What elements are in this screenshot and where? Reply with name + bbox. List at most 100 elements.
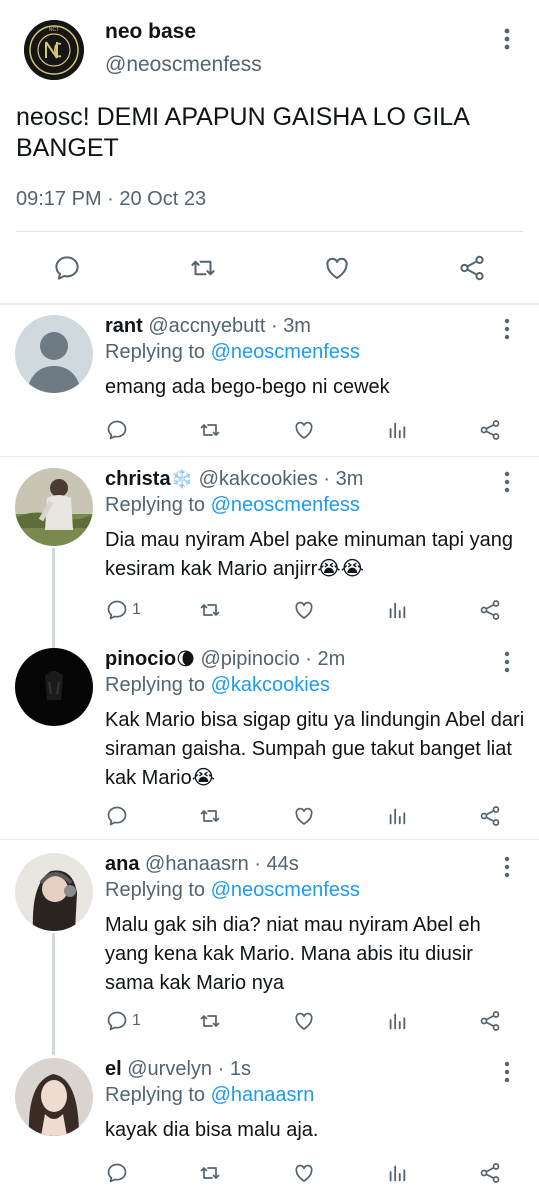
views-icon[interactable]: [386, 1158, 408, 1188]
reply-author-handle[interactable]: @hanaasrn: [145, 853, 249, 875]
mention-link[interactable]: @neoscmenfess: [211, 879, 360, 901]
mention-link[interactable]: @kakcookies: [211, 674, 330, 696]
reply-author-name[interactable]: pinocio: [105, 648, 176, 670]
more-options-icon[interactable]: [497, 470, 517, 494]
like-icon[interactable]: [292, 415, 316, 445]
reply-author-handle[interactable]: @urvelyn: [127, 1058, 212, 1080]
reply-text: Dia mau nyiram Abel pake minuman tapi ya…: [105, 529, 513, 580]
reply-header: pinocio🌘 @pipinocio · 2m: [105, 648, 345, 671]
reply-header: el @urvelyn · 1s: [105, 1058, 251, 1081]
divider: [16, 231, 523, 232]
reply-time[interactable]: 3m: [336, 468, 364, 490]
replying-to: Replying to @hanaasrn: [105, 1084, 314, 1107]
replying-to-label: Replying to: [105, 494, 206, 516]
reply-icon[interactable]: [105, 801, 132, 831]
more-options-icon[interactable]: [497, 317, 517, 341]
separator: ·: [254, 853, 261, 875]
retweet-icon[interactable]: [197, 415, 223, 445]
reply-text: Malu gak sih dia? niat mau nyiram Abel e…: [105, 914, 481, 994]
more-options-icon[interactable]: [497, 650, 517, 674]
retweet-icon[interactable]: [183, 248, 223, 288]
views-icon[interactable]: [386, 1006, 408, 1036]
divider: [0, 456, 539, 457]
avatar[interactable]: [15, 648, 93, 726]
separator: ·: [323, 468, 331, 490]
reply-author-name[interactable]: el: [105, 1058, 122, 1080]
share-icon[interactable]: [478, 801, 502, 831]
reply-author-handle[interactable]: @pipinocio: [200, 648, 299, 670]
divider: [0, 303, 539, 305]
views-icon[interactable]: [386, 801, 408, 831]
like-icon[interactable]: [292, 1158, 316, 1188]
reply-actions: 1: [0, 595, 539, 625]
reply-tweet[interactable]: ana @hanaasrn · 44s Replying to @neoscme…: [0, 853, 539, 1033]
reply-time[interactable]: 44s: [267, 853, 299, 875]
retweet-icon[interactable]: [197, 1158, 223, 1188]
svg-text:NCT: NCT: [49, 27, 59, 33]
reply-author-name[interactable]: christa: [105, 468, 171, 490]
reply-icon[interactable]: [105, 415, 132, 445]
reply-tweet[interactable]: christa❄️ @kakcookies · 3m Replying to @…: [0, 468, 539, 638]
reply-count: 1: [132, 601, 141, 618]
reply-time[interactable]: 1s: [230, 1058, 251, 1080]
avatar[interactable]: [15, 468, 93, 546]
snowflake-emoji: ❄️: [170, 469, 194, 490]
reply-author-name[interactable]: ana: [105, 853, 139, 875]
like-icon[interactable]: [292, 801, 316, 831]
reply-icon[interactable]: [47, 248, 87, 288]
reply-author-handle[interactable]: @accnyebutt: [148, 315, 265, 337]
retweet-icon[interactable]: [197, 1006, 223, 1036]
views-icon[interactable]: [386, 595, 408, 625]
avatar[interactable]: [15, 853, 93, 931]
share-icon[interactable]: [478, 1006, 502, 1036]
reply-tweet[interactable]: rant @accnyebutt · 3m Replying to @neosc…: [0, 315, 539, 460]
separator: ·: [270, 315, 278, 337]
reply-icon[interactable]: [105, 1158, 132, 1188]
author-name[interactable]: neo base: [105, 20, 196, 44]
avatar[interactable]: [15, 315, 93, 393]
more-options-icon[interactable]: [497, 26, 517, 52]
reply-actions: [0, 1158, 539, 1188]
mention-link[interactable]: @neoscmenfess: [211, 494, 360, 516]
moon-emoji: 🌘: [176, 649, 195, 670]
reply-text: Kak Mario bisa sigap gitu ya lindungin A…: [105, 709, 525, 789]
reply-tweet[interactable]: el @urvelyn · 1s Replying to @hanaasrn k…: [0, 1058, 539, 1200]
replying-to: Replying to @neoscmenfess: [105, 341, 360, 364]
reply-header: christa❄️ @kakcookies · 3m: [105, 468, 363, 491]
reply-header: ana @hanaasrn · 44s: [105, 853, 299, 876]
reply-tweet[interactable]: pinocio🌘 @pipinocio · 2m Replying to @ka…: [0, 648, 539, 828]
like-icon[interactable]: [317, 248, 357, 288]
share-icon[interactable]: [478, 1158, 502, 1188]
reply-time[interactable]: 2m: [317, 648, 345, 670]
reply-time[interactable]: 3m: [283, 315, 311, 337]
like-icon[interactable]: [292, 1006, 316, 1036]
replying-to: Replying to @kakcookies: [105, 674, 330, 697]
author-handle[interactable]: @neoscmenfess: [105, 53, 262, 77]
mention-link[interactable]: @hanaasrn: [211, 1084, 315, 1106]
replying-to-label: Replying to: [105, 341, 206, 363]
replying-to-label: Replying to: [105, 1084, 206, 1106]
reply-actions: 1: [0, 1006, 539, 1036]
reply-author-handle[interactable]: @kakcookies: [199, 468, 318, 490]
reply-count: 1: [132, 1012, 141, 1029]
retweet-icon[interactable]: [197, 595, 223, 625]
reply-header: rant @accnyebutt · 3m: [105, 315, 311, 338]
mention-link[interactable]: @neoscmenfess: [211, 341, 360, 363]
avatar[interactable]: [15, 1058, 93, 1136]
separator: ·: [217, 1058, 225, 1080]
avatar[interactable]: NCT: [24, 20, 84, 80]
share-icon[interactable]: [452, 248, 492, 288]
reply-icon[interactable]: 1: [105, 595, 141, 625]
views-icon[interactable]: [386, 415, 408, 445]
reply-author-name[interactable]: rant: [105, 315, 143, 337]
more-options-icon[interactable]: [497, 1060, 517, 1084]
replying-to: Replying to @neoscmenfess: [105, 879, 360, 902]
tweet-text: neosc! DEMI APAPUN GAISHA LO GILA BANGET: [16, 103, 469, 162]
retweet-icon[interactable]: [197, 801, 223, 831]
like-icon[interactable]: [292, 595, 316, 625]
share-icon[interactable]: [478, 595, 502, 625]
more-options-icon[interactable]: [497, 855, 517, 879]
share-icon[interactable]: [478, 415, 502, 445]
reply-icon[interactable]: 1: [105, 1006, 141, 1036]
tweet-timestamp[interactable]: 09:17 PM · 20 Oct 23: [16, 188, 206, 211]
